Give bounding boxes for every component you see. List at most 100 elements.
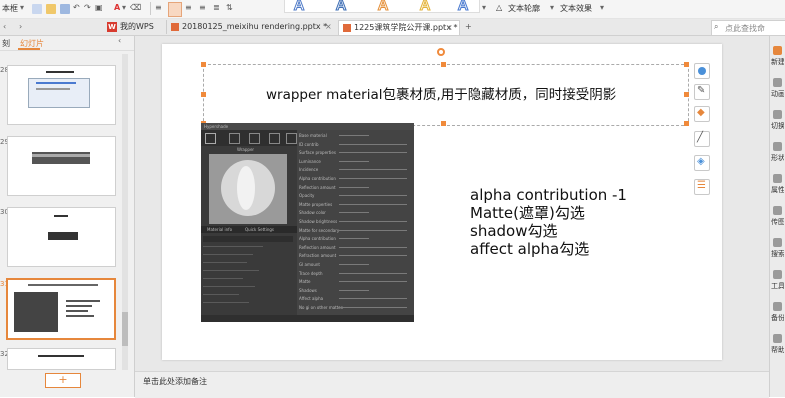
text-effect-button[interactable]: 文本效果 (560, 3, 592, 14)
resize-handle[interactable] (201, 92, 206, 97)
wordart-style-4[interactable]: A (418, 0, 432, 14)
embed-list-header (203, 236, 293, 242)
task-pane-label[interactable]: 新建 (771, 57, 784, 67)
task-pane-icon[interactable] (773, 142, 782, 151)
save-icon[interactable] (60, 4, 70, 14)
notes-bar[interactable]: 单击此处添加备注 (135, 371, 769, 398)
text-direction-icon[interactable]: ⇅ (226, 3, 233, 12)
align-center-icon[interactable] (168, 2, 182, 17)
float-edit-button[interactable]: ✎ (694, 84, 710, 100)
format-icon: ☰ (697, 180, 706, 191)
attribute-row: Incidence (297, 166, 414, 173)
task-pane-icon[interactable] (773, 46, 782, 55)
task-pane-label[interactable]: 传图 (771, 217, 784, 227)
divider (0, 50, 134, 51)
task-pane-icon[interactable] (773, 78, 782, 87)
task-pane-label[interactable]: 属性 (771, 185, 784, 195)
tab-close-icon[interactable]: × (446, 21, 453, 35)
resize-handle[interactable] (684, 92, 689, 97)
preview-highlight (237, 166, 255, 210)
embedded-screenshot[interactable]: Hypershade Wrapper Material info Quick S… (201, 123, 414, 322)
notes-textbox[interactable]: alpha contribution -1 Matte(遮罩)勾选 shadow… (470, 186, 710, 258)
distribute-icon[interactable]: ≣ (213, 3, 220, 12)
task-pane-label[interactable]: 形状 (771, 153, 784, 163)
text-effect-chevron-icon[interactable]: ▾ (600, 3, 604, 12)
redo-icon[interactable]: ↷ (84, 3, 91, 12)
task-pane-icon[interactable] (773, 270, 782, 279)
attribute-slider (339, 212, 369, 214)
tab-scroll-right-icon[interactable]: › (19, 20, 33, 34)
new-tab-icon[interactable]: + (465, 20, 477, 34)
tab-label: 1225课筑学院公开课.pptx * (354, 23, 458, 32)
clear-format-icon[interactable]: ⌫ (130, 3, 141, 12)
align-right-icon[interactable]: ≡ (185, 3, 192, 12)
title-textbox[interactable]: wrapper material包裹材质,用于隐藏材质，同时接受阴影 (203, 64, 689, 126)
wordart-style-3[interactable]: A (376, 0, 390, 14)
float-layer-button[interactable]: ◈ (694, 155, 710, 171)
tab-meixihu-rendering[interactable]: 20180125_meixihu rendering.pptx * × (166, 20, 337, 34)
resize-handle[interactable] (684, 121, 689, 126)
task-pane-icon[interactable] (773, 174, 782, 183)
attribute-row: Shadow brightness (297, 218, 414, 225)
text-box-label[interactable]: 本框 (2, 3, 18, 14)
open-folder-icon[interactable] (46, 4, 56, 14)
float-format-button[interactable]: ☰ (694, 179, 710, 195)
resize-handle[interactable] (441, 62, 446, 67)
slide-thumbnail-28[interactable] (7, 65, 116, 125)
notes-placeholder[interactable]: 单击此处添加备注 (143, 376, 207, 387)
collapse-panel-icon[interactable]: ‹ (118, 36, 121, 45)
search-box[interactable]: ⌕ 点此查找命 (711, 20, 785, 36)
task-pane-label[interactable]: 备份 (771, 313, 784, 323)
task-pane-icon[interactable] (773, 110, 782, 119)
add-slide-button[interactable]: + (45, 373, 81, 388)
task-pane-label[interactable]: 搜索 (771, 249, 784, 259)
wordart-style-5[interactable]: A (456, 0, 470, 14)
new-file-icon[interactable] (32, 4, 42, 14)
float-minus-button[interactable] (694, 63, 710, 79)
text-outline-button[interactable]: 文本轮廓 (508, 3, 540, 14)
outline-tab[interactable]: 刻 (2, 38, 10, 49)
task-pane-icon[interactable] (773, 238, 782, 247)
attribute-label: Reflection amount (299, 244, 336, 250)
text-outline-icon[interactable]: △ (496, 3, 502, 12)
task-pane-icon[interactable] (773, 302, 782, 311)
scrollbar-thumb[interactable] (122, 312, 128, 346)
resize-handle[interactable] (441, 121, 446, 126)
resize-handle[interactable] (684, 62, 689, 67)
font-color-chevron-icon[interactable]: ▾ (122, 3, 126, 12)
attribute-label: Incidence (299, 167, 319, 173)
task-pane-icon[interactable] (773, 206, 782, 215)
rotate-handle-icon[interactable] (437, 48, 445, 56)
slide-thumbnail-31[interactable] (6, 278, 116, 340)
task-pane-icon[interactable] (773, 334, 782, 343)
justify-icon[interactable]: ≡ (199, 3, 206, 12)
undo-icon[interactable]: ↶ (73, 3, 80, 12)
dropdown-chevron-icon[interactable]: ▾ (20, 3, 24, 12)
slide-thumbnail-29[interactable] (7, 136, 116, 196)
tab-close-icon[interactable]: × (325, 20, 332, 34)
resize-handle[interactable] (201, 62, 206, 67)
wordart-style-2[interactable]: A (334, 0, 348, 14)
slide-title[interactable]: wrapper material包裹材质,用于隐藏材质，同时接受阴影 (266, 83, 616, 103)
text-outline-chevron-icon[interactable]: ▾ (550, 3, 554, 12)
tab-scroll-left-icon[interactable]: ‹ (3, 20, 17, 34)
slide-thumbnail-30[interactable] (7, 207, 116, 267)
embed-title: Hypershade (204, 124, 229, 129)
attribute-label: Shadows (299, 287, 317, 293)
tab-public-lecture[interactable]: 1225课筑学院公开课.pptx * × (338, 20, 460, 35)
paste-icon[interactable]: ▣ (95, 3, 103, 12)
task-pane-label[interactable]: 动画 (771, 89, 784, 99)
font-color-icon[interactable]: A (114, 3, 120, 12)
task-pane-label[interactable]: 切换 (771, 121, 784, 131)
float-line-button[interactable]: ╱ (694, 131, 710, 147)
gallery-more-icon[interactable]: ▾ (482, 3, 486, 12)
slide-thumbnail-32[interactable] (7, 348, 116, 370)
wordart-style-1[interactable]: A (292, 0, 306, 14)
align-left-icon[interactable]: ≡ (155, 3, 162, 12)
task-pane-label[interactable]: 帮助 (771, 345, 784, 355)
float-fill-button[interactable]: ◆ (694, 106, 710, 122)
task-pane-label[interactable]: 工具 (771, 281, 784, 291)
embed-panel-label: Wrapper (237, 147, 255, 152)
tab-my-wps[interactable]: W 我的WPS (107, 20, 163, 34)
thumbnail-scrollbar[interactable] (122, 54, 128, 370)
